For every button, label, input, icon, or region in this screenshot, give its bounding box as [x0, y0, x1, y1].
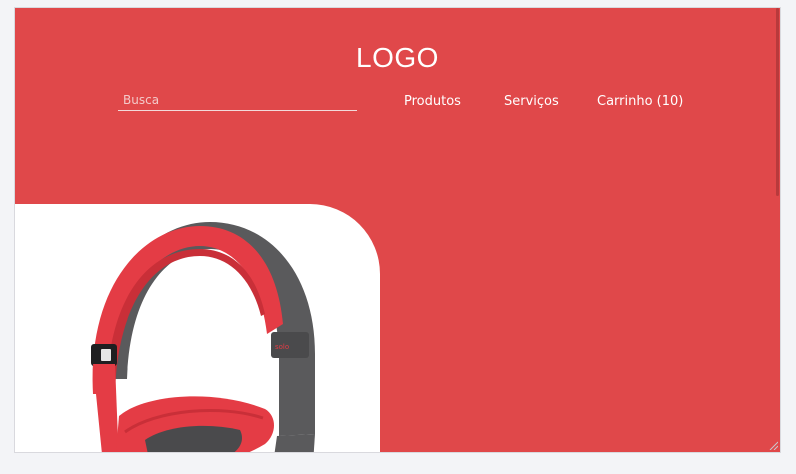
svg-text:solo: solo [275, 343, 289, 351]
scrollbar[interactable] [776, 8, 779, 196]
nav-produtos[interactable]: Produtos [404, 94, 461, 109]
search-input[interactable] [118, 90, 357, 110]
page-frame: LOGO Produtos Serviços Carrinho (10) sol… [14, 7, 781, 453]
search-field[interactable] [118, 90, 357, 111]
product-card[interactable]: solo [15, 204, 380, 452]
logo[interactable]: LOGO [15, 42, 780, 74]
nav-servicos[interactable]: Serviços [504, 94, 559, 109]
nav-carrinho[interactable]: Carrinho (10) [597, 94, 683, 109]
resize-grip-icon[interactable] [768, 440, 778, 450]
headphones-icon: solo [91, 222, 315, 452]
